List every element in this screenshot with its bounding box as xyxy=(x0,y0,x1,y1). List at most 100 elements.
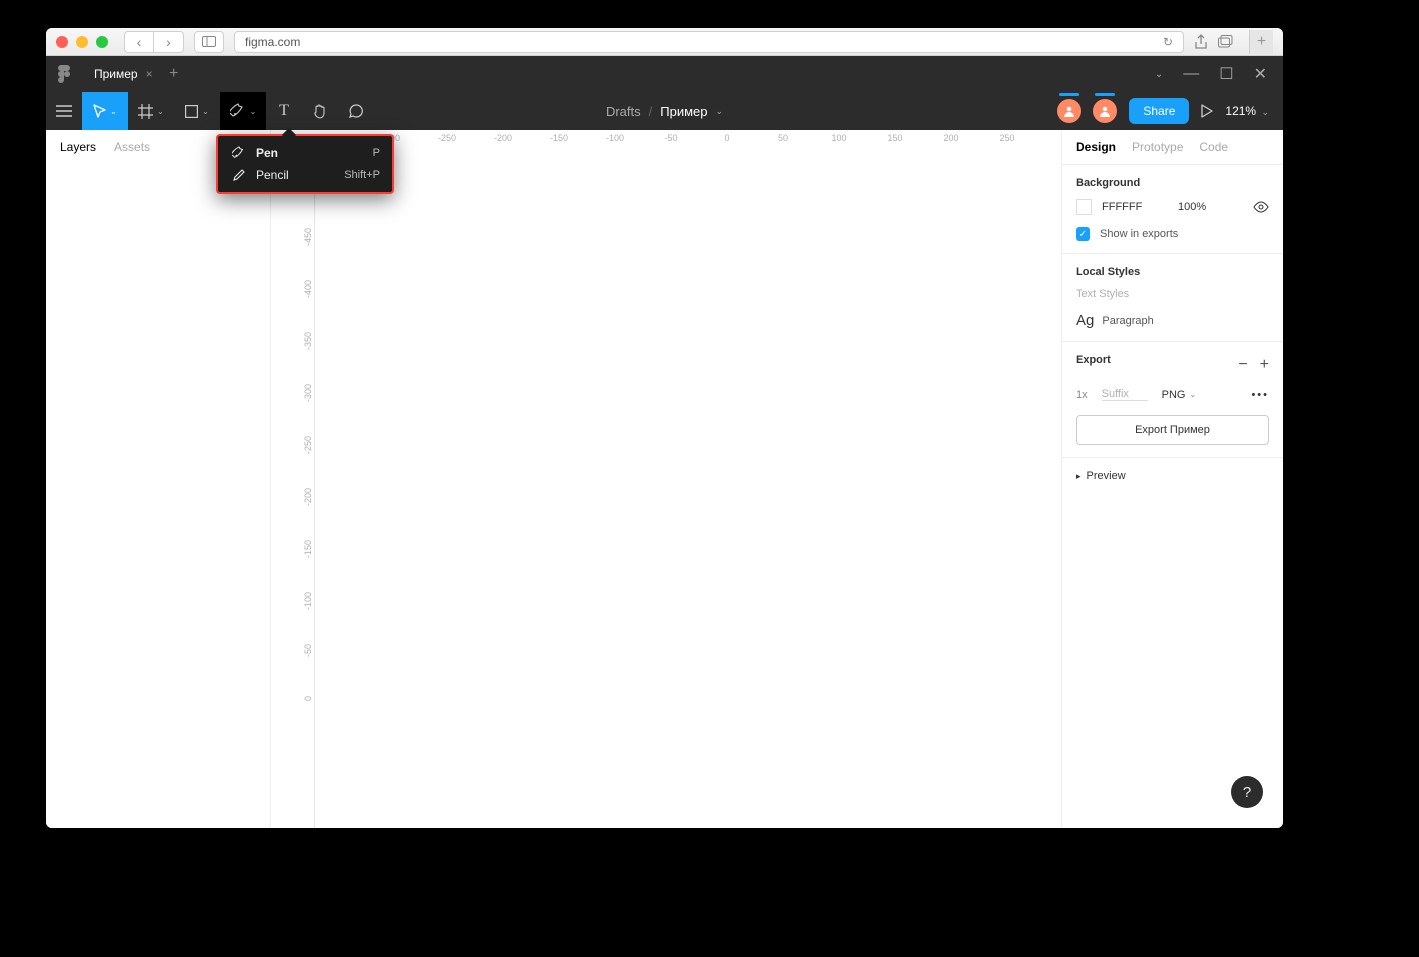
dropdown-item-pencil[interactable]: Pencil Shift+P xyxy=(218,164,392,186)
show-in-exports-checkbox[interactable]: ✓ xyxy=(1076,227,1090,241)
frame-tool-button[interactable]: ⌄ xyxy=(128,92,174,130)
share-button[interactable]: Share xyxy=(1129,98,1189,124)
text-tool-button[interactable]: T xyxy=(266,92,302,130)
paragraph-style-row[interactable]: Ag Paragraph xyxy=(1076,312,1269,329)
tab-prototype[interactable]: Prototype xyxy=(1132,140,1183,154)
ruler-tick: 0 xyxy=(724,133,729,143)
preview-row[interactable]: ▸ Preview xyxy=(1062,458,1283,494)
export-options-button[interactable]: ••• xyxy=(1251,389,1269,401)
export-section: Export − + 1x Suffix PNG ⌄ ••• Export Пр… xyxy=(1062,342,1283,458)
breadcrumb: Drafts / Пример ⌄ xyxy=(606,104,723,119)
zoom-level[interactable]: 121% ⌄ xyxy=(1225,104,1269,118)
local-styles-section: Local Styles Text Styles Ag Paragraph xyxy=(1062,254,1283,342)
ruler-tick: -250 xyxy=(438,133,456,143)
chevron-down-icon: ⌄ xyxy=(1261,107,1269,117)
hand-tool-button[interactable] xyxy=(302,92,338,130)
color-swatch[interactable] xyxy=(1076,199,1092,215)
section-title: Export xyxy=(1076,354,1111,366)
remove-export-button[interactable]: − xyxy=(1238,356,1247,374)
ruler-tick: -50 xyxy=(303,644,313,657)
address-bar[interactable]: figma.com ↻ xyxy=(234,31,1184,53)
ruler-tick: 50 xyxy=(778,133,788,143)
figma-logo-icon[interactable] xyxy=(46,64,82,84)
close-icon[interactable]: ✕ xyxy=(1254,64,1267,84)
add-tab-button[interactable]: + xyxy=(159,65,189,83)
pen-tool-dropdown: Pen P Pencil Shift+P xyxy=(216,134,394,194)
ruler-tick: -200 xyxy=(494,133,512,143)
ruler-tick: 150 xyxy=(887,133,902,143)
pen-tool-button[interactable]: ⌄ xyxy=(220,92,266,130)
export-button[interactable]: Export Пример xyxy=(1076,415,1269,445)
export-scale[interactable]: 1x xyxy=(1076,389,1088,401)
dropdown-item-label: Pencil xyxy=(256,168,344,182)
figma-toolbar: ⌄ ⌄ ⌄ ⌄ T Draft xyxy=(46,92,1283,130)
sidebar-toggle-button[interactable] xyxy=(194,31,224,53)
section-title: Background xyxy=(1076,177,1269,189)
ruler-tick: -50 xyxy=(664,133,677,143)
bg-opacity-value[interactable]: 100% xyxy=(1178,201,1206,213)
help-button[interactable]: ? xyxy=(1231,776,1263,808)
window-controls: ⌄ — ☐ ✕ xyxy=(1139,56,1283,92)
triangle-right-icon: ▸ xyxy=(1076,471,1081,482)
main-menu-button[interactable] xyxy=(46,92,82,130)
background-section: Background FFFFFF 100% ✓ Show in exports xyxy=(1062,165,1283,254)
tabs-icon[interactable] xyxy=(1218,35,1233,48)
ruler-tick: -100 xyxy=(303,592,313,610)
avatar[interactable] xyxy=(1093,99,1117,123)
move-tool-button[interactable]: ⌄ xyxy=(82,92,128,130)
close-tab-icon[interactable]: × xyxy=(146,67,153,81)
export-suffix-input[interactable]: Suffix xyxy=(1102,388,1148,401)
ruler-tick: -300 xyxy=(303,384,313,402)
visibility-icon[interactable] xyxy=(1253,201,1269,213)
new-tab-button[interactable]: + xyxy=(1249,30,1273,54)
ruler-tick: 200 xyxy=(943,133,958,143)
chevron-down-icon[interactable]: ⌄ xyxy=(715,106,723,117)
figma-tab-bar: Пример × + ⌄ — ☐ ✕ xyxy=(46,56,1283,92)
ruler-tick: 0 xyxy=(303,696,313,701)
browser-chrome: ‹ › figma.com ↻ + xyxy=(46,28,1283,56)
ruler-tick: 100 xyxy=(831,133,846,143)
tab-design[interactable]: Design xyxy=(1076,140,1116,154)
dropdown-item-shortcut: P xyxy=(373,147,380,159)
dropdown-item-pen[interactable]: Pen P xyxy=(218,142,392,164)
add-export-button[interactable]: + xyxy=(1260,356,1269,374)
window-traffic-lights xyxy=(56,36,108,48)
left-panel: Layers Assets xyxy=(46,130,271,828)
present-button[interactable] xyxy=(1201,104,1213,118)
tab-layers[interactable]: Layers xyxy=(60,140,96,154)
avatar[interactable] xyxy=(1057,99,1081,123)
nav-forward-button[interactable]: › xyxy=(154,31,184,53)
tab-code[interactable]: Code xyxy=(1199,140,1228,154)
maximize-icon[interactable]: ☐ xyxy=(1219,64,1233,84)
bg-hex-value[interactable]: FFFFFF xyxy=(1102,201,1152,213)
pen-icon xyxy=(230,146,248,160)
url-text: figma.com xyxy=(245,35,300,49)
section-title: Local Styles xyxy=(1076,266,1269,278)
minimize-dot[interactable] xyxy=(76,36,88,48)
share-icon[interactable] xyxy=(1194,34,1208,50)
nav-back-button[interactable]: ‹ xyxy=(124,31,154,53)
close-dot[interactable] xyxy=(56,36,68,48)
app-body: Layers Assets -300 -250 -200 -150 -100 -50 0 50… xyxy=(46,130,1283,828)
ag-icon: Ag xyxy=(1076,312,1094,329)
breadcrumb-root[interactable]: Drafts xyxy=(606,104,641,119)
browser-window: ‹ › figma.com ↻ + xyxy=(46,28,1283,828)
comment-tool-button[interactable] xyxy=(338,92,374,130)
chevron-down-icon[interactable]: ⌄ xyxy=(1155,69,1163,80)
minimize-icon[interactable]: — xyxy=(1183,65,1199,83)
file-tab[interactable]: Пример × xyxy=(82,56,159,92)
canvas[interactable]: -300 -250 -200 -150 -100 -50 0 50 100 150 200 250 -… xyxy=(271,130,1061,828)
shape-tool-button[interactable]: ⌄ xyxy=(174,92,220,130)
preview-label: Preview xyxy=(1087,470,1126,482)
maximize-dot[interactable] xyxy=(96,36,108,48)
paragraph-label: Paragraph xyxy=(1102,315,1153,327)
ruler-tick: -150 xyxy=(303,540,313,558)
chevron-down-icon: ⌄ xyxy=(1189,390,1196,399)
tab-assets[interactable]: Assets xyxy=(114,140,150,154)
ruler-tick: 250 xyxy=(999,133,1014,143)
export-format-select[interactable]: PNG ⌄ xyxy=(1162,389,1197,401)
chevron-down-icon: ⌄ xyxy=(202,107,209,116)
reload-icon[interactable]: ↻ xyxy=(1163,35,1173,49)
ruler-tick: -250 xyxy=(303,436,313,454)
file-name[interactable]: Пример xyxy=(660,104,707,119)
